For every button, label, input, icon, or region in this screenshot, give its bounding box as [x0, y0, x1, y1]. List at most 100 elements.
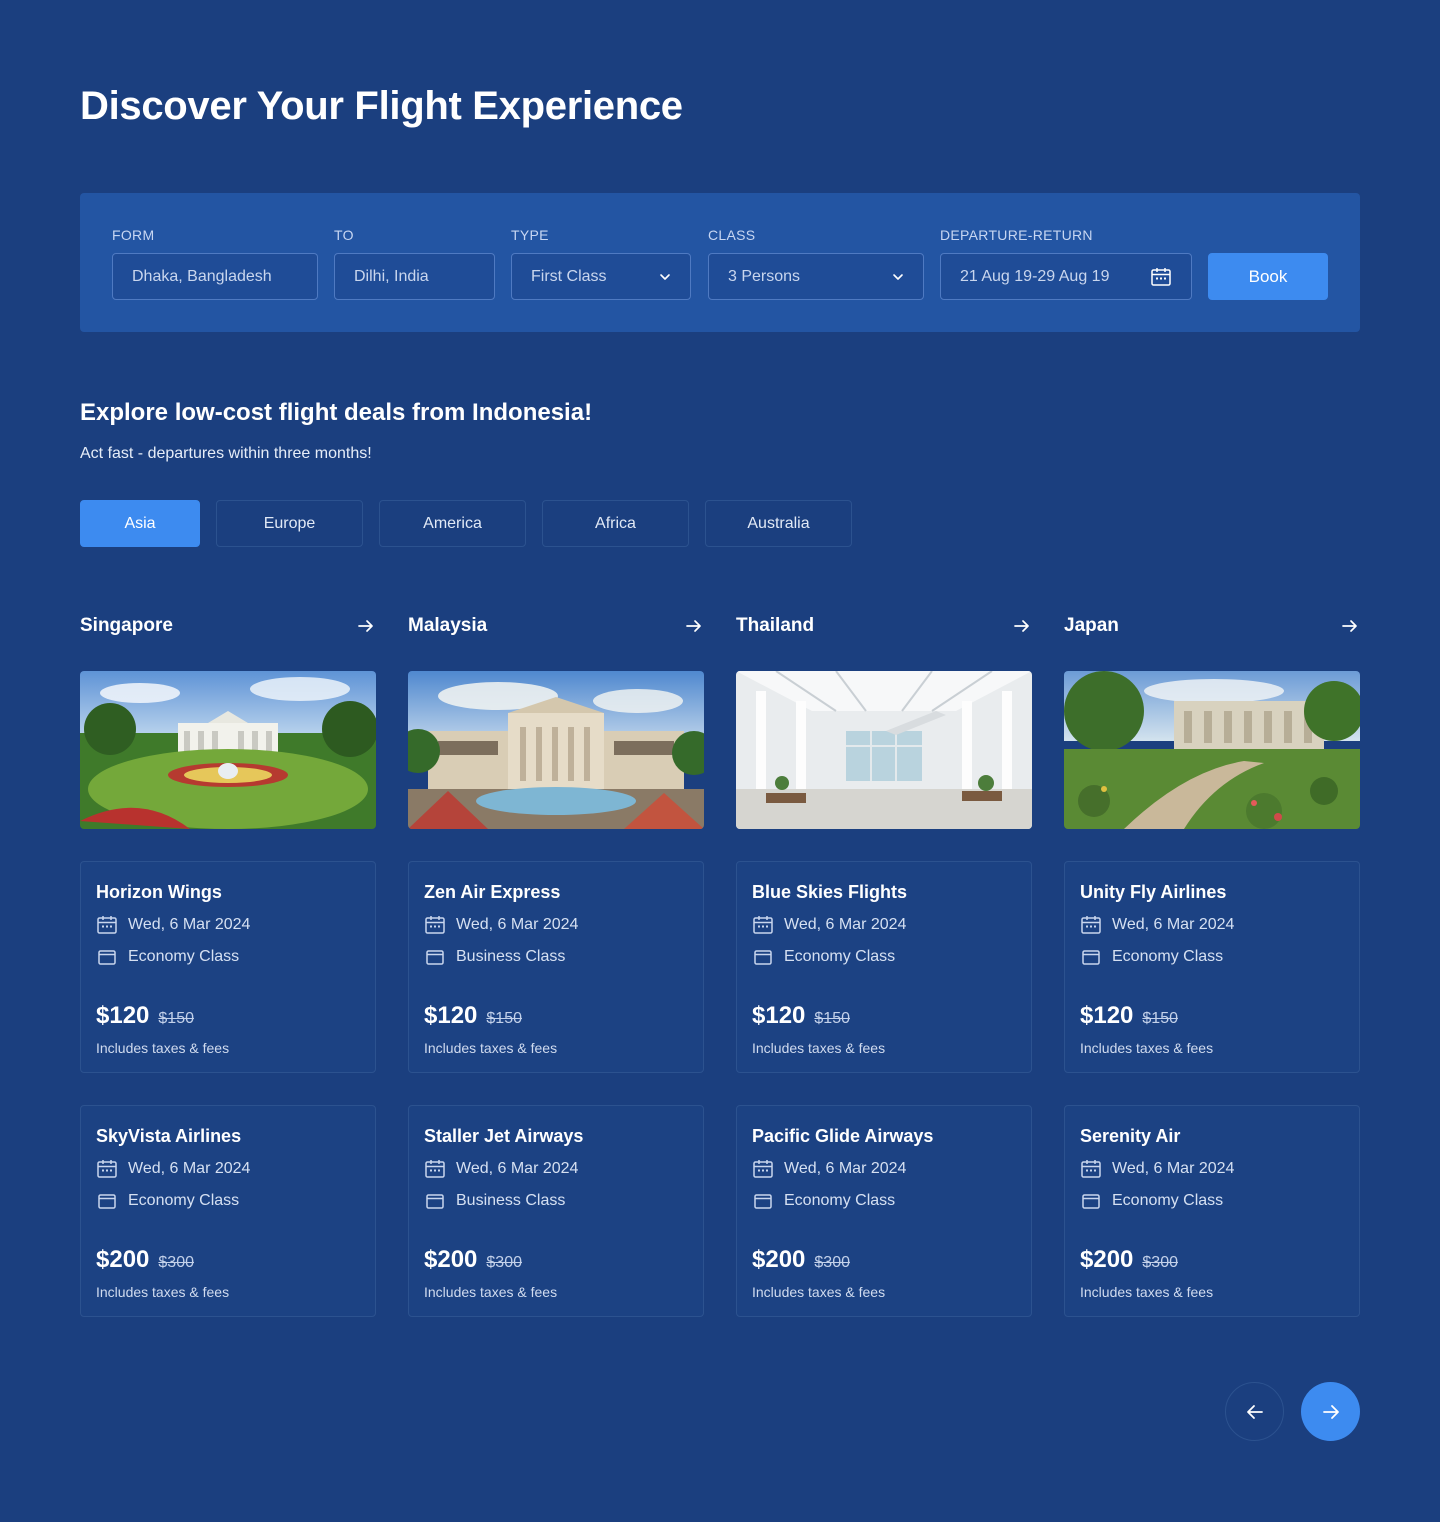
- destination-header[interactable]: Singapore: [80, 612, 376, 640]
- seat-class-icon: [1082, 950, 1100, 965]
- page-title: Discover Your Flight Experience: [80, 84, 683, 128]
- destination-column-thailand: Thailand Blue Skies Flights Wed, 6 Mar 2…: [736, 612, 1032, 1317]
- airline-name: Horizon Wings: [96, 882, 222, 902]
- old-price: $150: [1142, 1010, 1178, 1027]
- price-row: $120 $150: [424, 1002, 522, 1030]
- old-price: $150: [486, 1010, 522, 1027]
- flight-deal-card[interactable]: Pacific Glide Airways Wed, 6 Mar 2024 Ec…: [736, 1105, 1032, 1317]
- date-row: Wed, 6 Mar 2024: [752, 914, 906, 936]
- taxes-note: Includes taxes & fees: [1080, 1040, 1214, 1056]
- class-row: Business Class: [424, 946, 565, 968]
- arrow-right-icon[interactable]: [1012, 616, 1032, 636]
- taxes-note: Includes taxes & fees: [96, 1040, 230, 1056]
- arrow-left-icon: [1246, 1404, 1263, 1419]
- tab-africa[interactable]: Africa: [542, 500, 689, 547]
- chevron-down-icon: [893, 273, 903, 280]
- arrow-right-icon[interactable]: [684, 616, 704, 636]
- calendar-icon: [425, 1160, 445, 1178]
- date-row: Wed, 6 Mar 2024: [1080, 914, 1234, 936]
- flight-deal-card[interactable]: Zen Air Express Wed, 6 Mar 2024 Business…: [408, 861, 704, 1073]
- destination-photo: [408, 671, 704, 829]
- date-row: Wed, 6 Mar 2024: [752, 1158, 906, 1180]
- calendar-icon: [425, 916, 445, 934]
- price: $200: [424, 1246, 478, 1273]
- price-row: $200 $300: [96, 1246, 194, 1274]
- calendar-icon: [97, 916, 117, 934]
- from-value: Dhaka, Bangladesh: [132, 267, 272, 285]
- seat-class: Economy Class: [784, 1192, 896, 1209]
- seat-class: Business Class: [456, 1192, 566, 1209]
- destination-header[interactable]: Japan: [1064, 612, 1360, 640]
- to-input[interactable]: Dilhi, India: [334, 253, 495, 300]
- airline-name: Staller Jet Airways: [424, 1126, 584, 1146]
- old-price: $300: [814, 1254, 850, 1271]
- taxes-note: Includes taxes & fees: [424, 1040, 558, 1056]
- destination-header[interactable]: Thailand: [736, 612, 1032, 640]
- seat-class: Economy Class: [128, 948, 240, 965]
- to-value: Dilhi, India: [354, 267, 429, 285]
- destination-photo: [80, 671, 376, 829]
- seat-class-icon: [754, 950, 772, 965]
- class-row: Business Class: [424, 1190, 565, 1212]
- date-row: Wed, 6 Mar 2024: [96, 914, 250, 936]
- class-select[interactable]: 3 Persons: [708, 253, 924, 300]
- previous-page-button[interactable]: [1225, 1382, 1284, 1441]
- calendar-icon: [1081, 1160, 1101, 1178]
- date-row: Wed, 6 Mar 2024: [424, 1158, 578, 1180]
- class-row: Economy Class: [752, 946, 895, 968]
- airline-name: SkyVista Airlines: [96, 1126, 242, 1146]
- flight-date: Wed, 6 Mar 2024: [784, 916, 907, 933]
- flight-date: Wed, 6 Mar 2024: [128, 916, 251, 933]
- flight-deal-card[interactable]: Unity Fly Airlines Wed, 6 Mar 2024 Econo…: [1064, 861, 1360, 1073]
- destination-title: Singapore: [80, 615, 173, 636]
- destination-photo: [736, 671, 1032, 829]
- price-row: $200 $300: [752, 1246, 850, 1274]
- flight-deal-card[interactable]: Horizon Wings Wed, 6 Mar 2024 Economy Cl…: [80, 861, 376, 1073]
- airline-name: Serenity Air: [1080, 1126, 1181, 1146]
- taxes-note: Includes taxes & fees: [752, 1040, 886, 1056]
- to-label: TO: [334, 227, 354, 243]
- class-row: Economy Class: [1080, 1190, 1223, 1212]
- old-price: $300: [486, 1254, 522, 1271]
- calendar-icon: [753, 916, 773, 934]
- calendar-icon[interactable]: [1150, 266, 1172, 288]
- calendar-icon: [753, 1160, 773, 1178]
- class-row: Economy Class: [1080, 946, 1223, 968]
- tab-australia[interactable]: Australia: [705, 500, 852, 547]
- tab-america[interactable]: America: [379, 500, 526, 547]
- date-row: Wed, 6 Mar 2024: [424, 914, 578, 936]
- airline-name: Zen Air Express: [424, 882, 561, 902]
- from-label: FORM: [112, 227, 155, 243]
- price-row: $120 $150: [752, 1002, 850, 1030]
- dates-input[interactable]: 21 Aug 19-29 Aug 19: [940, 253, 1192, 300]
- flight-deal-card[interactable]: Serenity Air Wed, 6 Mar 2024 Economy Cla…: [1064, 1105, 1360, 1317]
- class-value: 3 Persons: [728, 267, 801, 285]
- flight-date: Wed, 6 Mar 2024: [456, 1160, 579, 1177]
- flight-deal-card[interactable]: Blue Skies Flights Wed, 6 Mar 2024 Econo…: [736, 861, 1032, 1073]
- deals-title: Explore low-cost flight deals from Indon…: [80, 399, 593, 426]
- price: $120: [424, 1002, 478, 1029]
- destination-title: Thailand: [736, 615, 815, 636]
- flight-date: Wed, 6 Mar 2024: [128, 1160, 251, 1177]
- seat-class-icon: [98, 1194, 116, 1209]
- destination-header[interactable]: Malaysia: [408, 612, 704, 640]
- arrow-right-icon[interactable]: [356, 616, 376, 636]
- next-page-button[interactable]: [1301, 1382, 1360, 1441]
- type-select[interactable]: First Class: [511, 253, 691, 300]
- flight-deal-card[interactable]: Staller Jet Airways Wed, 6 Mar 2024 Busi…: [408, 1105, 704, 1317]
- flight-deal-card[interactable]: SkyVista Airlines Wed, 6 Mar 2024 Econom…: [80, 1105, 376, 1317]
- seat-class: Economy Class: [1112, 1192, 1224, 1209]
- price: $200: [96, 1246, 150, 1273]
- taxes-note: Includes taxes & fees: [96, 1284, 230, 1300]
- seat-class: Economy Class: [784, 948, 896, 965]
- flight-date: Wed, 6 Mar 2024: [1112, 916, 1235, 933]
- seat-class-icon: [1082, 1194, 1100, 1209]
- from-input[interactable]: Dhaka, Bangladesh: [112, 253, 318, 300]
- book-button[interactable]: Book: [1208, 253, 1328, 300]
- tab-europe[interactable]: Europe: [216, 500, 363, 547]
- calendar-icon: [97, 1160, 117, 1178]
- arrow-right-icon[interactable]: [1340, 616, 1360, 636]
- class-label: CLASS: [708, 227, 756, 243]
- old-price: $300: [1142, 1254, 1178, 1271]
- tab-asia[interactable]: Asia: [80, 500, 200, 547]
